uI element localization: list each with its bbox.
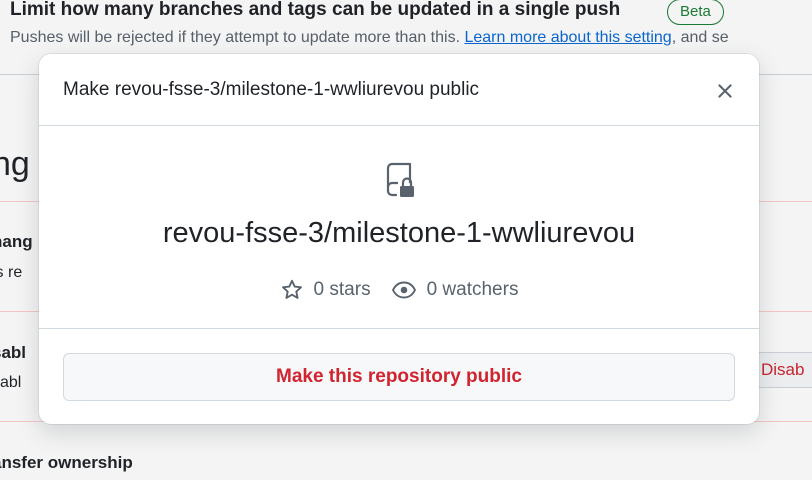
close-button[interactable] <box>709 75 741 107</box>
make-public-dialog: Make revou-fsse-3/milestone-1-wwliurevou… <box>39 54 759 424</box>
make-public-button[interactable]: Make this repository public <box>63 353 735 401</box>
dialog-header: Make revou-fsse-3/milestone-1-wwliurevou… <box>39 54 759 126</box>
watchers-count: 0 watchers <box>426 279 519 300</box>
repository-name: revou-fsse-3/milestone-1-wwliurevou <box>162 217 636 249</box>
repo-stats: 0 stars 0 watchers <box>39 278 759 302</box>
eye-icon <box>391 281 416 299</box>
stars-count: 0 stars <box>313 279 371 300</box>
dialog-body: revou-fsse-3/milestone-1-wwliurevou 0 st… <box>39 127 759 329</box>
dialog-title: Make revou-fsse-3/milestone-1-wwliurevou… <box>63 79 480 100</box>
settings-page: Limit how many branches and tags can be … <box>0 0 812 480</box>
dialog-footer: Make this repository public <box>39 330 759 424</box>
stars-stat: 0 stars <box>280 278 371 302</box>
star-icon <box>281 279 302 299</box>
watchers-stat: 0 watchers <box>391 278 519 302</box>
x-icon <box>718 84 732 98</box>
repo-locked-icon <box>386 162 414 197</box>
